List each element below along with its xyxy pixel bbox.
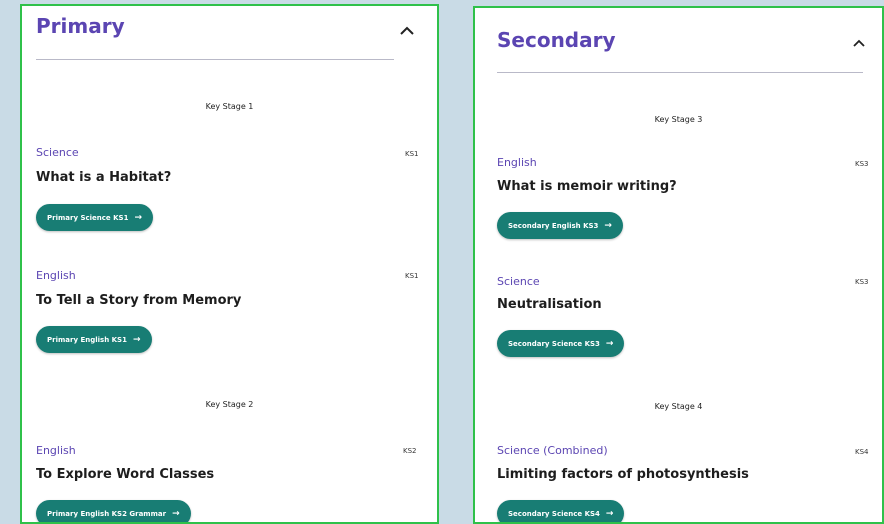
arrow-right-icon: → xyxy=(605,338,614,349)
arrow-right-icon: → xyxy=(605,508,614,519)
key-stage-badge: KS3 xyxy=(855,278,869,286)
button-label: Secondary English KS3 xyxy=(508,221,599,230)
lesson-subject: Science (Combined) xyxy=(497,444,608,457)
arrow-right-icon: → xyxy=(172,508,180,519)
key-stage-badge: KS1 xyxy=(405,272,419,280)
secondary-english-ks3-button[interactable]: Secondary English KS3 → xyxy=(497,212,623,239)
lesson-subject: Science xyxy=(36,146,79,159)
button-label: Primary English KS1 xyxy=(47,335,127,344)
header-divider xyxy=(497,72,863,73)
arrow-right-icon: → xyxy=(134,212,142,223)
key-stage-label: Key Stage 1 xyxy=(205,102,254,111)
key-stage-label: Key Stage 4 xyxy=(654,402,703,411)
lesson-subject: English xyxy=(36,269,76,282)
lesson-title: What is a Habitat? xyxy=(36,170,172,185)
key-stage-badge: KS4 xyxy=(855,448,869,456)
button-label: Primary English KS2 Grammar xyxy=(47,509,167,518)
primary-english-ks1-button[interactable]: Primary English KS1 → xyxy=(36,326,152,353)
button-label: Primary Science KS1 xyxy=(47,213,129,222)
lesson-title: What is memoir writing? xyxy=(497,179,677,194)
key-stage-label: Key Stage 2 xyxy=(205,400,254,409)
primary-english-ks2-grammar-button[interactable]: Primary English KS2 Grammar → xyxy=(36,500,191,522)
lesson-title: To Tell a Story from Memory xyxy=(36,293,242,308)
chevron-up-icon[interactable] xyxy=(848,32,870,54)
primary-panel: Primary Key Stage 1 Science KS1 What is … xyxy=(20,4,439,524)
lesson-title: Neutralisation xyxy=(497,297,602,312)
chevron-up-icon[interactable] xyxy=(396,20,418,42)
button-label: Secondary Science KS3 xyxy=(508,339,600,348)
key-stage-label: Key Stage 3 xyxy=(654,115,703,124)
primary-science-ks1-button[interactable]: Primary Science KS1 → xyxy=(36,204,153,231)
lesson-title: To Explore Word Classes xyxy=(36,467,215,482)
key-stage-badge: KS3 xyxy=(855,160,869,168)
arrow-right-icon: → xyxy=(132,334,141,345)
secondary-science-ks4-button[interactable]: Secondary Science KS4 → xyxy=(497,500,625,522)
arrow-right-icon: → xyxy=(604,220,612,231)
secondary-science-ks3-button[interactable]: Secondary Science KS3 → xyxy=(497,330,625,357)
panel-title: Primary xyxy=(36,14,125,38)
key-stage-badge: KS1 xyxy=(405,150,419,158)
lesson-title: Limiting factors of photosynthesis xyxy=(497,467,749,482)
lesson-subject: Science xyxy=(497,275,540,288)
key-stage-badge: KS2 xyxy=(403,447,417,455)
panel-title: Secondary xyxy=(497,28,616,52)
secondary-panel: Secondary Key Stage 3 English KS3 What i… xyxy=(473,6,884,524)
header-divider xyxy=(36,59,394,60)
button-label: Secondary Science KS4 xyxy=(508,509,600,518)
lesson-subject: English xyxy=(497,156,537,169)
lesson-subject: English xyxy=(36,444,76,457)
